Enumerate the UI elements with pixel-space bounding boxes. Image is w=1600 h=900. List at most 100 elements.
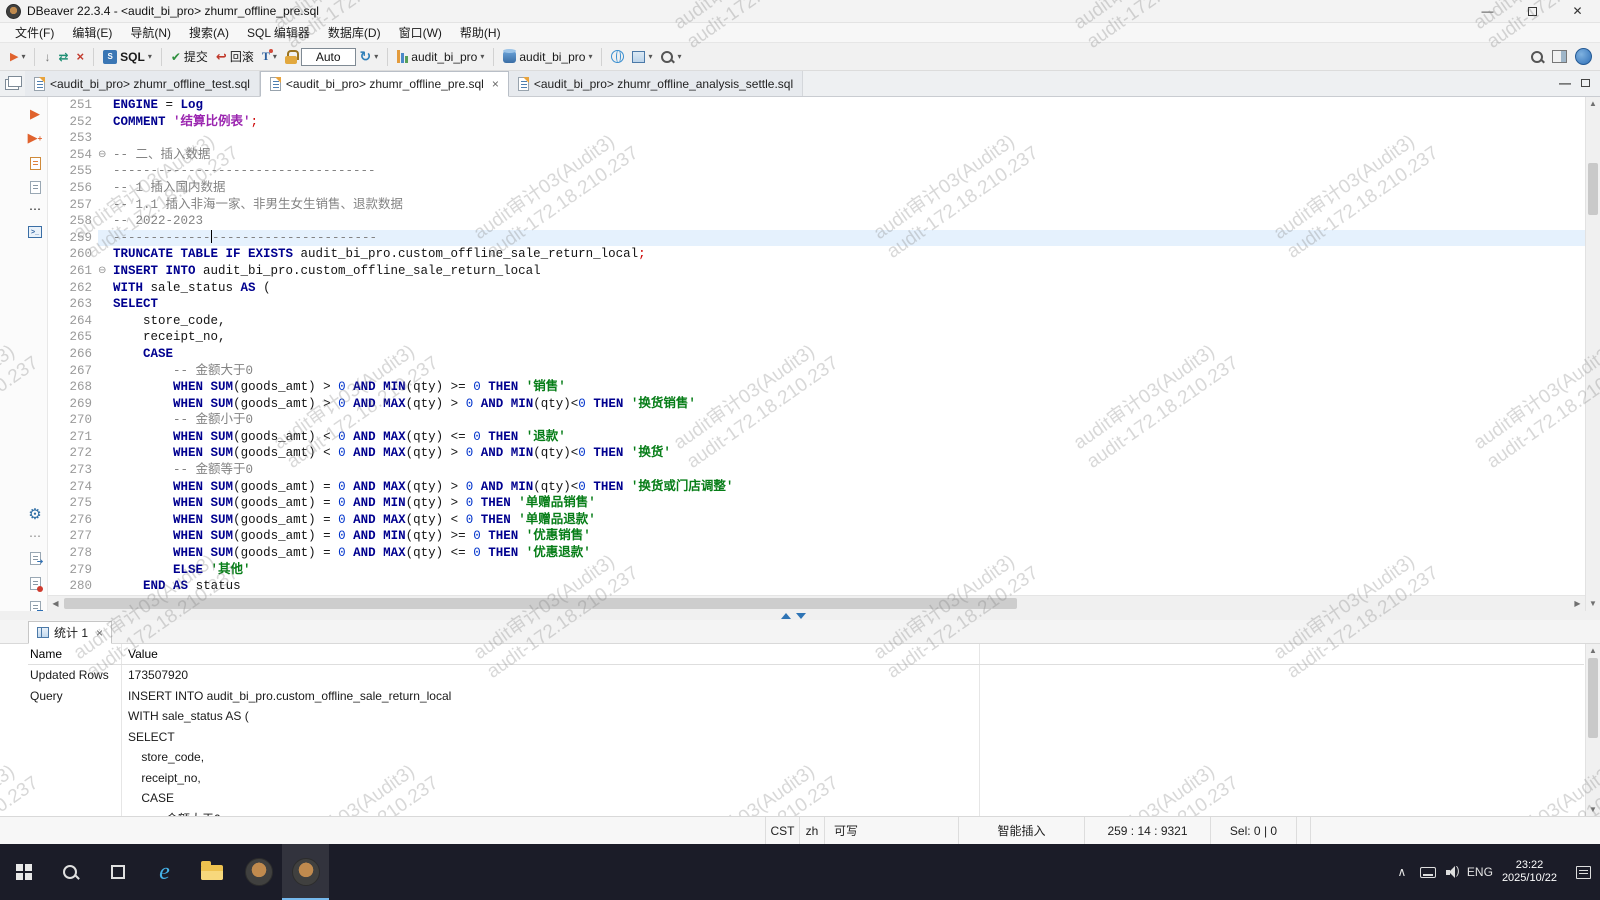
code-line[interactable]: 276 WHEN SUM(goods_amt) = 0 AND MAX(qty)…	[48, 512, 1585, 529]
column-header-name[interactable]: Name	[28, 644, 122, 664]
scroll-right-icon[interactable]: ▶	[1570, 596, 1585, 611]
line-number[interactable]: 270	[48, 412, 98, 429]
menu-sql-editor[interactable]: SQL 编辑器	[238, 24, 319, 41]
tab-close-icon[interactable]: ×	[96, 626, 103, 640]
code-line[interactable]: 253	[48, 130, 1585, 147]
line-number[interactable]: 271	[48, 429, 98, 446]
line-number[interactable]: 252	[48, 114, 98, 131]
scrollbar-thumb[interactable]	[64, 598, 1017, 609]
code-line[interactable]: 279 ELSE '其他'	[48, 562, 1585, 579]
explain-plan-icon[interactable]	[26, 178, 44, 196]
taskbar-search-button[interactable]	[47, 844, 94, 900]
table-header[interactable]: Name Value	[28, 644, 1584, 665]
line-number[interactable]: 257	[48, 197, 98, 214]
menu-database[interactable]: 数据库(D)	[319, 24, 390, 41]
execute-statement-icon[interactable]: ▶	[26, 105, 44, 123]
sql-console-icon[interactable]: >_	[26, 223, 44, 241]
line-number[interactable]: 276	[48, 512, 98, 529]
more-tools-icon[interactable]: ⋯	[26, 527, 44, 545]
minimize-button[interactable]: —	[1465, 0, 1510, 22]
code-line[interactable]: 264 store_code,	[48, 313, 1585, 330]
task-view-button[interactable]	[94, 844, 141, 900]
line-number[interactable]: 251	[48, 97, 98, 114]
line-number[interactable]: 258	[48, 213, 98, 230]
line-number[interactable]: 253	[48, 130, 98, 147]
execute-new-tab-icon[interactable]: ▶+	[26, 129, 44, 147]
save-file-icon[interactable]	[26, 574, 44, 592]
result-row[interactable]: SELECT	[28, 727, 1584, 748]
line-number[interactable]: 254	[48, 147, 98, 164]
menu-edit[interactable]: 编辑(E)	[63, 24, 121, 41]
code-line[interactable]: 265 receipt_no,	[48, 329, 1585, 346]
rollback-button[interactable]: ↩回滚	[212, 46, 258, 67]
tray-chevron-up-icon[interactable]: ∧	[1389, 844, 1415, 900]
schema-selector[interactable]: audit_bi_pro▾	[499, 48, 596, 66]
code-line[interactable]: 256-- 1 插入国内数据	[48, 180, 1585, 197]
more-actions-icon[interactable]: ⋯	[26, 200, 44, 218]
execute-script-icon[interactable]	[26, 154, 44, 172]
line-number[interactable]: 256	[48, 180, 98, 197]
transaction-mode-button[interactable]: T▾	[258, 47, 281, 66]
minimize-panel-icon[interactable]: —	[1559, 76, 1571, 90]
menu-search[interactable]: 搜索(A)	[180, 24, 238, 41]
line-number[interactable]: 261	[48, 263, 98, 280]
code-line[interactable]: 274 WHEN SUM(goods_amt) = 0 AND MAX(qty)…	[48, 479, 1585, 496]
scrollbar-thumb[interactable]	[1588, 163, 1598, 215]
result-row[interactable]: -- 金额大于0	[28, 809, 1584, 817]
close-button[interactable]: ✕	[1555, 0, 1600, 22]
code-line[interactable]: 255-----------------------------------	[48, 163, 1585, 180]
tab-statistics[interactable]: 统计 1 ×	[28, 621, 112, 644]
line-number[interactable]: 265	[48, 329, 98, 346]
quick-search-icon[interactable]	[1530, 50, 1544, 64]
code-line[interactable]: 259-----------------------------------	[48, 230, 1585, 247]
perspective-icon[interactable]	[1552, 50, 1567, 63]
code-line[interactable]: 260TRUNCATE TABLE IF EXISTS audit_bi_pro…	[48, 246, 1585, 263]
line-number[interactable]: 274	[48, 479, 98, 496]
editor-horizontal-scrollbar[interactable]: ◀ ▶	[48, 595, 1585, 611]
tab-close-icon[interactable]: ×	[492, 77, 499, 91]
fold-marker-icon[interactable]: ⊖	[98, 263, 113, 280]
commit-button[interactable]: ✔提交	[167, 46, 212, 67]
line-number[interactable]: 264	[48, 313, 98, 330]
tab-zhumr-offline-analysis-settle[interactable]: <audit_bi_pro> zhumr_offline_analysis_se…	[509, 71, 803, 96]
code-line[interactable]: 275 WHEN SUM(goods_amt) = 0 AND MIN(qty)…	[48, 495, 1585, 512]
line-number[interactable]: 275	[48, 495, 98, 512]
result-row[interactable]: Updated Rows173507920	[28, 665, 1584, 686]
column-header-value[interactable]: Value	[122, 644, 980, 664]
status-insert-mode[interactable]: 智能插入	[958, 817, 1084, 844]
refresh-button[interactable]: ↻▾	[356, 46, 383, 67]
export-button[interactable]: ▾	[628, 49, 656, 65]
line-number[interactable]: 268	[48, 379, 98, 396]
dbeaver-taskbar-button-2[interactable]	[282, 844, 329, 900]
result-row[interactable]: WITH sale_status AS (	[28, 706, 1584, 727]
scroll-up-icon[interactable]: ▲	[1586, 97, 1600, 111]
code-line[interactable]: 258-- 2022-2023	[48, 213, 1585, 230]
line-number[interactable]: 278	[48, 545, 98, 562]
code-line[interactable]: 270 -- 金额小于0	[48, 412, 1585, 429]
status-selection[interactable]: Sel: 0 | 0	[1210, 817, 1296, 844]
restore-editor-icon[interactable]	[5, 79, 19, 90]
settings-gear-icon[interactable]: ⚙	[26, 505, 44, 523]
lock-button[interactable]	[281, 48, 301, 66]
volume-icon[interactable]: )	[1441, 844, 1467, 900]
code-line[interactable]: 257-- 1.1 插入非海一家、非男生女生销售、退款数据	[48, 197, 1585, 214]
line-number[interactable]: 262	[48, 280, 98, 297]
new-connection-button[interactable]: ▶▾	[6, 48, 29, 65]
fetch-button[interactable]: ↓	[40, 48, 54, 66]
input-language-indicator[interactable]: ENG	[1467, 844, 1493, 900]
result-row[interactable]: CASE	[28, 788, 1584, 809]
code-line[interactable]: 267 -- 金额大于0	[48, 363, 1585, 380]
code-line[interactable]: 273 -- 金额等于0	[48, 462, 1585, 479]
line-number[interactable]: 272	[48, 445, 98, 462]
export-result-icon[interactable]: ➔	[26, 549, 44, 567]
tab-zhumr-offline-test[interactable]: <audit_bi_pro> zhumr_offline_test.sql	[25, 71, 260, 96]
fold-marker-icon[interactable]: ⊖	[98, 147, 113, 164]
status-write-mode[interactable]: 可写	[824, 817, 958, 844]
line-number[interactable]: 279	[48, 562, 98, 579]
code-line[interactable]: 268 WHEN SUM(goods_amt) > 0 AND MIN(qty)…	[48, 379, 1585, 396]
editor-vertical-scrollbar[interactable]: ▲ ▼	[1585, 97, 1600, 611]
result-row[interactable]: QueryINSERT INTO audit_bi_pro.custom_off…	[28, 686, 1584, 707]
auto-commit-selector[interactable]: Auto	[301, 48, 356, 66]
code-line[interactable]: 277 WHEN SUM(goods_amt) = 0 AND MIN(qty)…	[48, 528, 1585, 545]
dbeaver-perspective-icon[interactable]	[1575, 48, 1592, 65]
